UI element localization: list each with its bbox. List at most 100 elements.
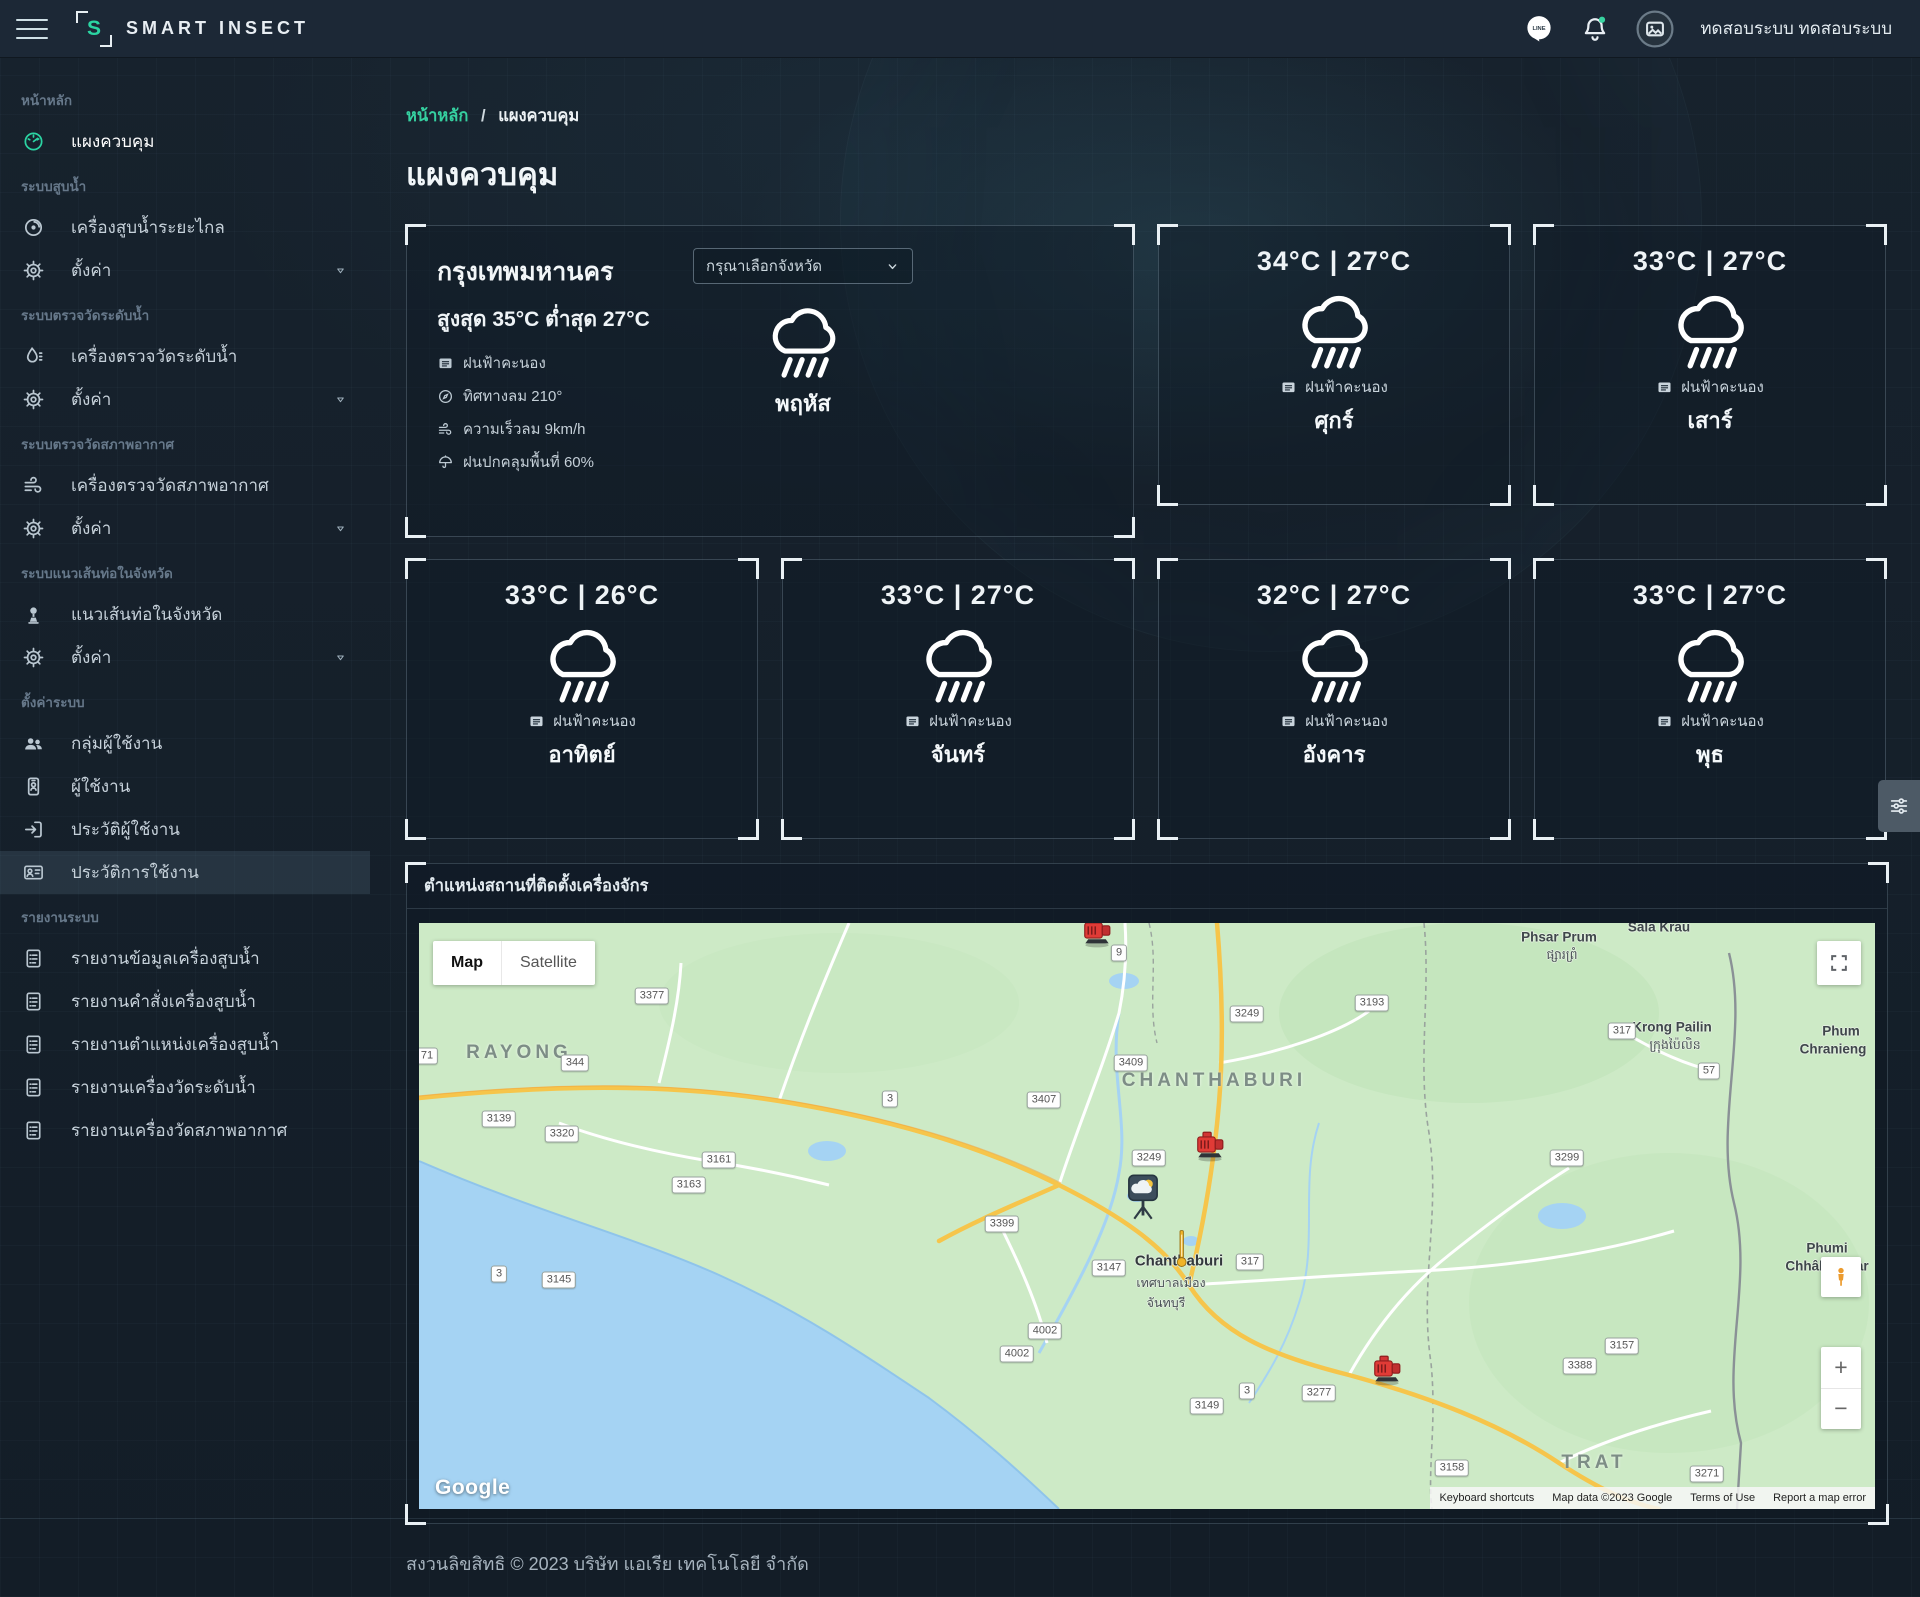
day-name: พุธ <box>1535 737 1885 772</box>
sidebar-item[interactable]: ตั้งค่า <box>0 507 370 550</box>
user-avatar[interactable] <box>1636 10 1674 48</box>
sidebar-item[interactable]: ประวัติการใช้งาน <box>0 851 370 894</box>
pump-marker[interactable] <box>1189 1127 1231 1167</box>
day-name: จันทร์ <box>783 737 1133 772</box>
temperature-range: 33°C | 27°C <box>783 580 1133 611</box>
sidebar-item[interactable]: เครื่องตรวจวัดสภาพอากาศ <box>0 464 370 507</box>
breadcrumb-home-link[interactable]: หน้าหลัก <box>406 107 468 125</box>
report-map-error-link[interactable]: Report a map error <box>1764 1492 1875 1504</box>
sidebar-section-header: ระบบสูบน้ำ <box>0 163 370 206</box>
sidebar-item[interactable]: ประวัติผู้ใช้งาน <box>0 808 370 851</box>
cloud-rain-icon <box>530 617 634 707</box>
compass-icon <box>437 388 454 405</box>
condition-line: ฝนฟ้าคะนอง <box>1535 709 1885 733</box>
sidebar-item[interactable]: เครื่องตรวจวัดระดับน้ำ <box>0 335 370 378</box>
gear-icon <box>22 517 45 540</box>
sidebar-item-label: รายงานเครื่องวัดระดับน้ำ <box>71 1074 256 1101</box>
sidebar-item[interactable]: รายงานเครื่องวัดระดับน้ำ <box>0 1066 370 1109</box>
sidebar-item[interactable]: กลุ่มผู้ใช้งาน <box>0 722 370 765</box>
forecast-card: 33°C | 27°Cฝนฟ้าคะนองพุธ <box>1534 559 1886 839</box>
copyright-text: สงวนลิขสิทธิ © 2023 บริษัท แอเรีย เทคโนโ… <box>406 1549 1920 1578</box>
province-select[interactable]: กรุณาเลือกจังหวัด <box>693 248 913 284</box>
condition-line: ฝนฟ้าคะนอง <box>783 709 1133 733</box>
report-icon <box>22 1033 45 1056</box>
road-number-badge: 3249 <box>1132 1150 1166 1167</box>
terms-of-use-link[interactable]: Terms of Use <box>1681 1492 1764 1504</box>
pump-marker-icon <box>1366 1351 1408 1386</box>
satellite-button[interactable]: Satellite <box>501 941 595 985</box>
temperature-range: 33°C | 27°C <box>1535 246 1885 277</box>
sidebar-item[interactable]: เครื่องสูบน้ำระยะไกล <box>0 206 370 249</box>
hamburger-menu-icon[interactable] <box>16 19 48 39</box>
rain-coverage-line: ฝนปกคลุมพื้นที่ 60% <box>437 450 1103 474</box>
pegman-button[interactable] <box>1821 1257 1861 1297</box>
fullscreen-button[interactable] <box>1817 941 1861 985</box>
level-marker[interactable] <box>1175 1228 1189 1277</box>
gear-icon <box>22 388 45 411</box>
sidebar-item-label: เครื่องตรวจวัดสภาพอากาศ <box>71 472 269 499</box>
wind-icon <box>437 421 454 438</box>
cloud-rain-icon <box>1282 283 1386 373</box>
day-name: อังคาร <box>1159 737 1509 772</box>
gauge-icon <box>22 130 45 153</box>
road-number-badge: 3139 <box>482 1111 516 1128</box>
line-app-icon[interactable] <box>1524 14 1554 44</box>
sidebar-item-label: แนวเส้นท่อในจังหวัด <box>71 601 222 628</box>
cloud-rain-icon <box>753 296 853 382</box>
sidebar-item[interactable]: ตั้งค่า <box>0 378 370 421</box>
forecast-card: 33°C | 27°C ฝนฟ้าคะนองจันทร์ <box>782 559 1134 839</box>
road-number-badge: 3409 <box>1114 1055 1148 1072</box>
panel-settings-tab[interactable] <box>1878 780 1920 832</box>
google-map[interactable]: Map Satellite + − Google Keyboard shortc… <box>419 923 1875 1509</box>
pump-marker[interactable] <box>1366 1351 1408 1391</box>
road-number-badge: 57 <box>1698 1063 1720 1080</box>
chevron-down-icon <box>333 392 348 407</box>
sidebar-item[interactable]: ตั้งค่า <box>0 636 370 679</box>
map-button[interactable]: Map <box>433 941 501 985</box>
sidebar-item[interactable]: ตั้งค่า <box>0 249 370 292</box>
footer: สงวนลิขสิทธิ © 2023 บริษัท แอเรีย เทคโนโ… <box>0 1518 1920 1578</box>
notification-bell-icon[interactable] <box>1580 14 1610 44</box>
app-logo: S <box>76 11 112 47</box>
sidebar-item[interactable]: ผู้ใช้งาน <box>0 765 370 808</box>
condition-line: ฝนฟ้าคะนอง <box>407 709 757 733</box>
sidebar-item[interactable]: รายงานข้อมูลเครื่องสูบน้ำ <box>0 937 370 980</box>
road-number-badge: 3149 <box>1190 1398 1224 1415</box>
road-number-badge: 3407 <box>1027 1092 1061 1109</box>
sidebar-item[interactable]: รายงานเครื่องวัดสภาพอากาศ <box>0 1109 370 1152</box>
road-number-badge: 3377 <box>635 988 669 1005</box>
road-number-badge: 317 <box>1608 1023 1636 1040</box>
breadcrumb-separator: / <box>481 107 486 125</box>
road-number-badge: 3193 <box>1355 995 1389 1012</box>
sidebar-item-label: เครื่องตรวจวัดระดับน้ำ <box>71 343 237 370</box>
wind-icon <box>22 474 45 497</box>
gear-icon <box>22 646 45 669</box>
zoom-out-button[interactable]: − <box>1821 1389 1861 1430</box>
road-number-badge: 3249 <box>1230 1006 1264 1023</box>
sidebar-item-label: เครื่องสูบน้ำระยะไกล <box>71 214 225 241</box>
temperature-range: 32°C | 27°C <box>1159 580 1509 611</box>
day-name: พฤหัส <box>693 386 913 421</box>
sidebar-item-label: ประวัติการใช้งาน <box>71 859 199 886</box>
keyboard-shortcuts-link[interactable]: Keyboard shortcuts <box>1430 1492 1543 1504</box>
day-name: เสาร์ <box>1535 403 1885 438</box>
road-number-badge: 344 <box>561 1055 589 1072</box>
road-number-badge: 3157 <box>1605 1338 1639 1355</box>
machine-map-panel: ตำแหน่งสถานที่ติดตั้งเครื่องจักร <box>406 863 1888 1524</box>
sidebar-item-label: รายงานข้อมูลเครื่องสูบน้ำ <box>71 945 260 972</box>
road-number-badge: 3158 <box>1435 1460 1469 1477</box>
sidebar-item[interactable]: แผงควบคุม <box>0 120 370 163</box>
road-number-badge: 4002 <box>1000 1346 1034 1363</box>
chevron-down-icon <box>333 263 348 278</box>
zoom-in-button[interactable]: + <box>1821 1347 1861 1389</box>
sidebar-section-header: หน้าหลัก <box>0 77 370 120</box>
google-logo[interactable]: Google <box>435 1476 510 1500</box>
pump-marker[interactable] <box>1076 923 1118 953</box>
sidebar-item[interactable]: แนวเส้นท่อในจังหวัด <box>0 593 370 636</box>
sidebar-item[interactable]: รายงานตำแหน่งเครื่องสูบน้ำ <box>0 1023 370 1066</box>
user-name: ทดสอบระบบ ทดสอบระบบ <box>1700 15 1892 42</box>
sidebar-item[interactable]: รายงานคำสั่งเครื่องสูบน้ำ <box>0 980 370 1023</box>
weather-marker[interactable] <box>1121 1172 1165 1227</box>
report-icon <box>22 990 45 1013</box>
sidebar-section-header: รายงานระบบ <box>0 894 370 937</box>
